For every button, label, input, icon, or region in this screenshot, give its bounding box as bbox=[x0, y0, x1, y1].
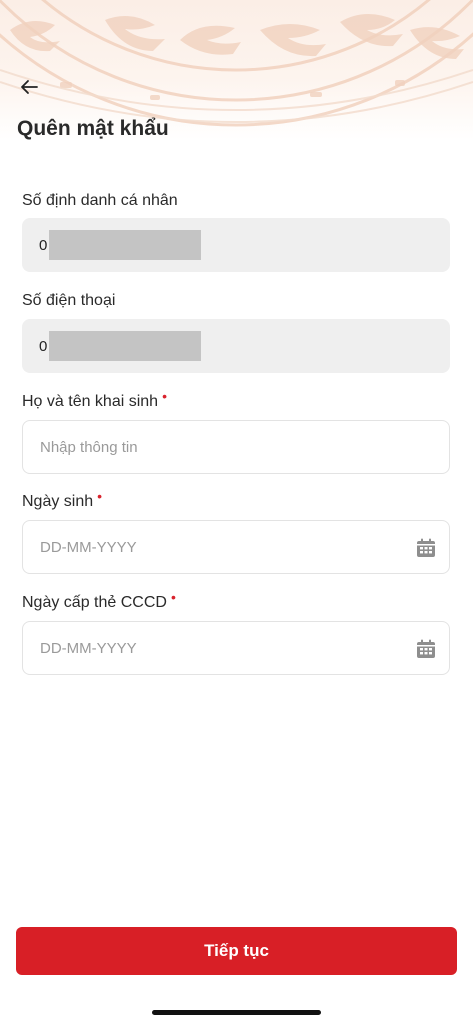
birth-date-label: Ngày sinh • bbox=[22, 488, 102, 511]
personal-id-field: 0 bbox=[22, 218, 450, 272]
arrow-left-icon bbox=[21, 80, 38, 94]
full-name-label-text: Họ và tên khai sinh bbox=[22, 393, 159, 410]
required-marker: • bbox=[162, 388, 167, 404]
required-marker: • bbox=[170, 589, 176, 605]
required-marker: • bbox=[97, 488, 103, 504]
calendar-icon[interactable] bbox=[415, 638, 437, 660]
phone-label: Số điện thoại bbox=[22, 292, 115, 310]
phone-value-prefix: 0 bbox=[39, 337, 48, 355]
personal-id-label: Số định danh cá nhân bbox=[22, 192, 178, 210]
id-issue-date-placeholder: DD-MM-YYYY bbox=[40, 639, 137, 657]
birth-date-placeholder: DD-MM-YYYY bbox=[40, 538, 137, 556]
full-name-input[interactable]: Nhập thông tin bbox=[22, 420, 450, 474]
calendar-icon[interactable] bbox=[415, 537, 437, 559]
full-name-label: Họ và tên khai sinh • bbox=[22, 388, 167, 411]
continue-button[interactable]: Tiếp tục bbox=[16, 927, 457, 975]
personal-id-masked-value bbox=[49, 230, 202, 260]
personal-id-value-prefix: 0 bbox=[39, 236, 48, 254]
birth-date-input[interactable]: DD-MM-YYYY bbox=[22, 520, 450, 574]
home-indicator[interactable] bbox=[152, 1010, 321, 1015]
phone-label-text: Số điện thoại bbox=[22, 292, 116, 309]
birth-date-label-text: Ngày sinh bbox=[22, 493, 94, 510]
back-button[interactable] bbox=[12, 70, 46, 104]
full-name-placeholder: Nhập thông tin bbox=[40, 438, 138, 456]
page-title: Quên mật khẩu bbox=[17, 117, 169, 140]
id-issue-date-input[interactable]: DD-MM-YYYY bbox=[22, 621, 450, 675]
id-issue-date-label-text: Ngày cấp thẻ CCCD bbox=[22, 594, 167, 611]
phone-masked-value bbox=[49, 331, 202, 361]
phone-field: 0 bbox=[22, 319, 450, 373]
id-issue-date-label: Ngày cấp thẻ CCCD • bbox=[22, 589, 176, 612]
personal-id-label-text: Số định danh cá nhân bbox=[22, 192, 178, 209]
